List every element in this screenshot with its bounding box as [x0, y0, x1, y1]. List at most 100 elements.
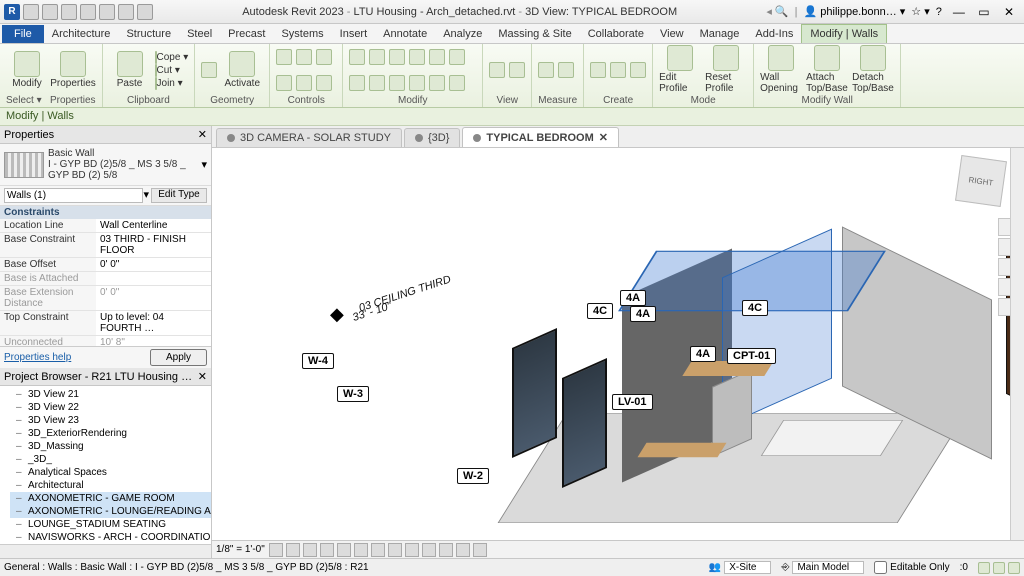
signed-in-user[interactable]: 👤 philippe.bonn… ▾ [804, 5, 906, 18]
prop-row[interactable]: Base is Attached [0, 272, 211, 286]
viewbar-icon[interactable] [405, 543, 419, 557]
qat-open-icon[interactable] [23, 4, 39, 20]
detach-top-base-button[interactable]: Detach Top/Base [852, 45, 894, 94]
tag-4c-a[interactable]: 4C [587, 303, 613, 319]
cope-button[interactable]: Cope ▾ [155, 52, 189, 63]
view-tab[interactable]: {3D} [404, 128, 460, 147]
category-dropdown-icon[interactable]: ▾ [143, 188, 149, 203]
view-scale[interactable]: 1/8" = 1'-0" [216, 544, 265, 555]
viewbar-icon[interactable] [439, 543, 453, 557]
viewbar-icon[interactable] [371, 543, 385, 557]
minimize-button[interactable]: — [948, 5, 970, 19]
edit-profile-button[interactable]: Edit Profile [659, 45, 701, 94]
view-tab-close-icon[interactable]: ✕ [599, 131, 608, 144]
tag-lv[interactable]: LV-01 [612, 394, 653, 410]
project-browser-tree[interactable]: 3D View 213D View 223D View 233D_Exterio… [0, 386, 211, 544]
project-browser-header[interactable]: Project Browser - R21 LTU Housing - Arch… [0, 368, 211, 386]
tag-w4[interactable]: W-4 [302, 353, 334, 369]
viewbar-icon[interactable] [337, 543, 351, 557]
tag-cpt[interactable]: CPT-01 [727, 348, 776, 364]
tab-add-ins[interactable]: Add-Ins [747, 25, 801, 43]
tree-item[interactable]: _3D_ [10, 453, 211, 466]
qat-undo-icon[interactable] [80, 4, 96, 20]
qat-save-icon[interactable] [42, 4, 58, 20]
prop-row[interactable]: Base Constraint03 THIRD - FINISH FLOOR [0, 233, 211, 258]
close-button[interactable]: ✕ [998, 5, 1020, 19]
viewbar-icon[interactable] [388, 543, 402, 557]
qat-measure-icon[interactable] [137, 4, 153, 20]
modify-walls-tab[interactable]: Modify | Walls [801, 24, 887, 43]
tree-item[interactable]: 3D_Massing [10, 440, 211, 453]
type-selector[interactable]: Basic WallI - GYP BD (2)5/8 _ MS 3 5/8 _… [0, 144, 211, 186]
tab-view[interactable]: View [652, 25, 692, 43]
tree-item[interactable]: NAVISWORKS - ARCH - COORDINATION [10, 531, 211, 544]
revit-logo-icon[interactable]: R [4, 4, 20, 20]
viewbar-icon[interactable] [456, 543, 470, 557]
tree-item[interactable]: AXONOMETRIC - GAME ROOM [10, 492, 211, 505]
prop-row[interactable]: Base Extension Distance0' 0" [0, 286, 211, 311]
wall-opening-button[interactable]: Wall Opening [760, 45, 802, 94]
browser-h-scrollbar[interactable] [0, 544, 211, 558]
qat-sync-icon[interactable] [61, 4, 77, 20]
category-filter-input[interactable] [4, 188, 143, 203]
favorites-icon[interactable]: ☆ ▾ [911, 5, 929, 18]
constraints-group[interactable]: Constraints [0, 206, 211, 219]
file-tab[interactable]: File [2, 25, 44, 43]
selection-count[interactable]: :0 [960, 562, 968, 573]
info-center-search[interactable]: ◂ 🔍 [766, 5, 788, 18]
tree-item[interactable]: 3D View 21 [10, 388, 211, 401]
tag-w3[interactable]: W-3 [337, 386, 369, 402]
paste-button[interactable]: Paste [109, 51, 151, 89]
tag-4c-b[interactable]: 4C [742, 300, 768, 316]
tab-architecture[interactable]: Architecture [44, 25, 119, 43]
properties-help-link[interactable]: Properties help [4, 352, 71, 363]
tab-steel[interactable]: Steel [179, 25, 220, 43]
tab-systems[interactable]: Systems [273, 25, 331, 43]
tree-item[interactable]: Architectural [10, 479, 211, 492]
tab-precast[interactable]: Precast [220, 25, 273, 43]
edit-type-button[interactable]: Edit Type [151, 188, 207, 203]
workset-icon[interactable]: 👥 [709, 562, 721, 573]
tab-annotate[interactable]: Annotate [375, 25, 435, 43]
modify-button[interactable]: Modify [6, 51, 48, 89]
tree-item[interactable]: AXONOMETRIC - LOUNGE/READING ARE [10, 505, 211, 518]
select-pinned-icon[interactable] [1008, 562, 1020, 574]
apply-button[interactable]: Apply [150, 349, 207, 366]
filter-icon[interactable] [978, 562, 990, 574]
tree-item[interactable]: 3D View 23 [10, 414, 211, 427]
tab-manage[interactable]: Manage [692, 25, 748, 43]
tab-massing-site[interactable]: Massing & Site [490, 25, 579, 43]
select-links-icon[interactable] [993, 562, 1005, 574]
viewbar-icon[interactable] [320, 543, 334, 557]
viewbar-icon[interactable] [286, 543, 300, 557]
cut-button[interactable]: Cut ▾ [155, 65, 189, 76]
reset-profile-button[interactable]: Reset Profile [705, 45, 747, 94]
qat-print-icon[interactable] [118, 4, 134, 20]
prop-row[interactable]: Base Offset0' 0" [0, 258, 211, 272]
tree-item[interactable]: LOUNGE_STADIUM SEATING [10, 518, 211, 531]
qat-redo-icon[interactable] [99, 4, 115, 20]
design-option-icon[interactable]: ⎆ [781, 562, 789, 573]
attach-top-base-button[interactable]: Attach Top/Base [806, 45, 848, 94]
view-cube[interactable]: RIGHT [955, 155, 1007, 207]
prop-row[interactable]: Unconnected Height10' 8" [0, 336, 211, 346]
viewbar-icon[interactable] [269, 543, 283, 557]
view-tab[interactable]: 3D CAMERA - SOLAR STUDY [216, 128, 402, 147]
tab-insert[interactable]: Insert [332, 25, 376, 43]
viewbar-icon[interactable] [473, 543, 487, 557]
tag-w2[interactable]: W-2 [457, 468, 489, 484]
tree-item[interactable]: 3D_ExteriorRendering [10, 427, 211, 440]
properties-close-icon[interactable]: ✕ [198, 128, 207, 141]
tag-4a-b[interactable]: 4A [630, 306, 656, 322]
properties-button[interactable]: Properties [52, 51, 94, 89]
canvas-v-scrollbar[interactable] [1010, 148, 1024, 540]
view-tab[interactable]: TYPICAL BEDROOM ✕ [462, 127, 619, 147]
tab-analyze[interactable]: Analyze [435, 25, 490, 43]
editable-only-checkbox[interactable] [874, 561, 887, 574]
join-button[interactable]: Join ▾ [155, 78, 189, 89]
activate-button[interactable]: Activate [221, 51, 263, 89]
geom-icon[interactable] [201, 62, 217, 78]
prop-row[interactable]: Top ConstraintUp to level: 04 FOURTH … [0, 311, 211, 336]
viewbar-icon[interactable] [303, 543, 317, 557]
tree-item[interactable]: 3D View 22 [10, 401, 211, 414]
